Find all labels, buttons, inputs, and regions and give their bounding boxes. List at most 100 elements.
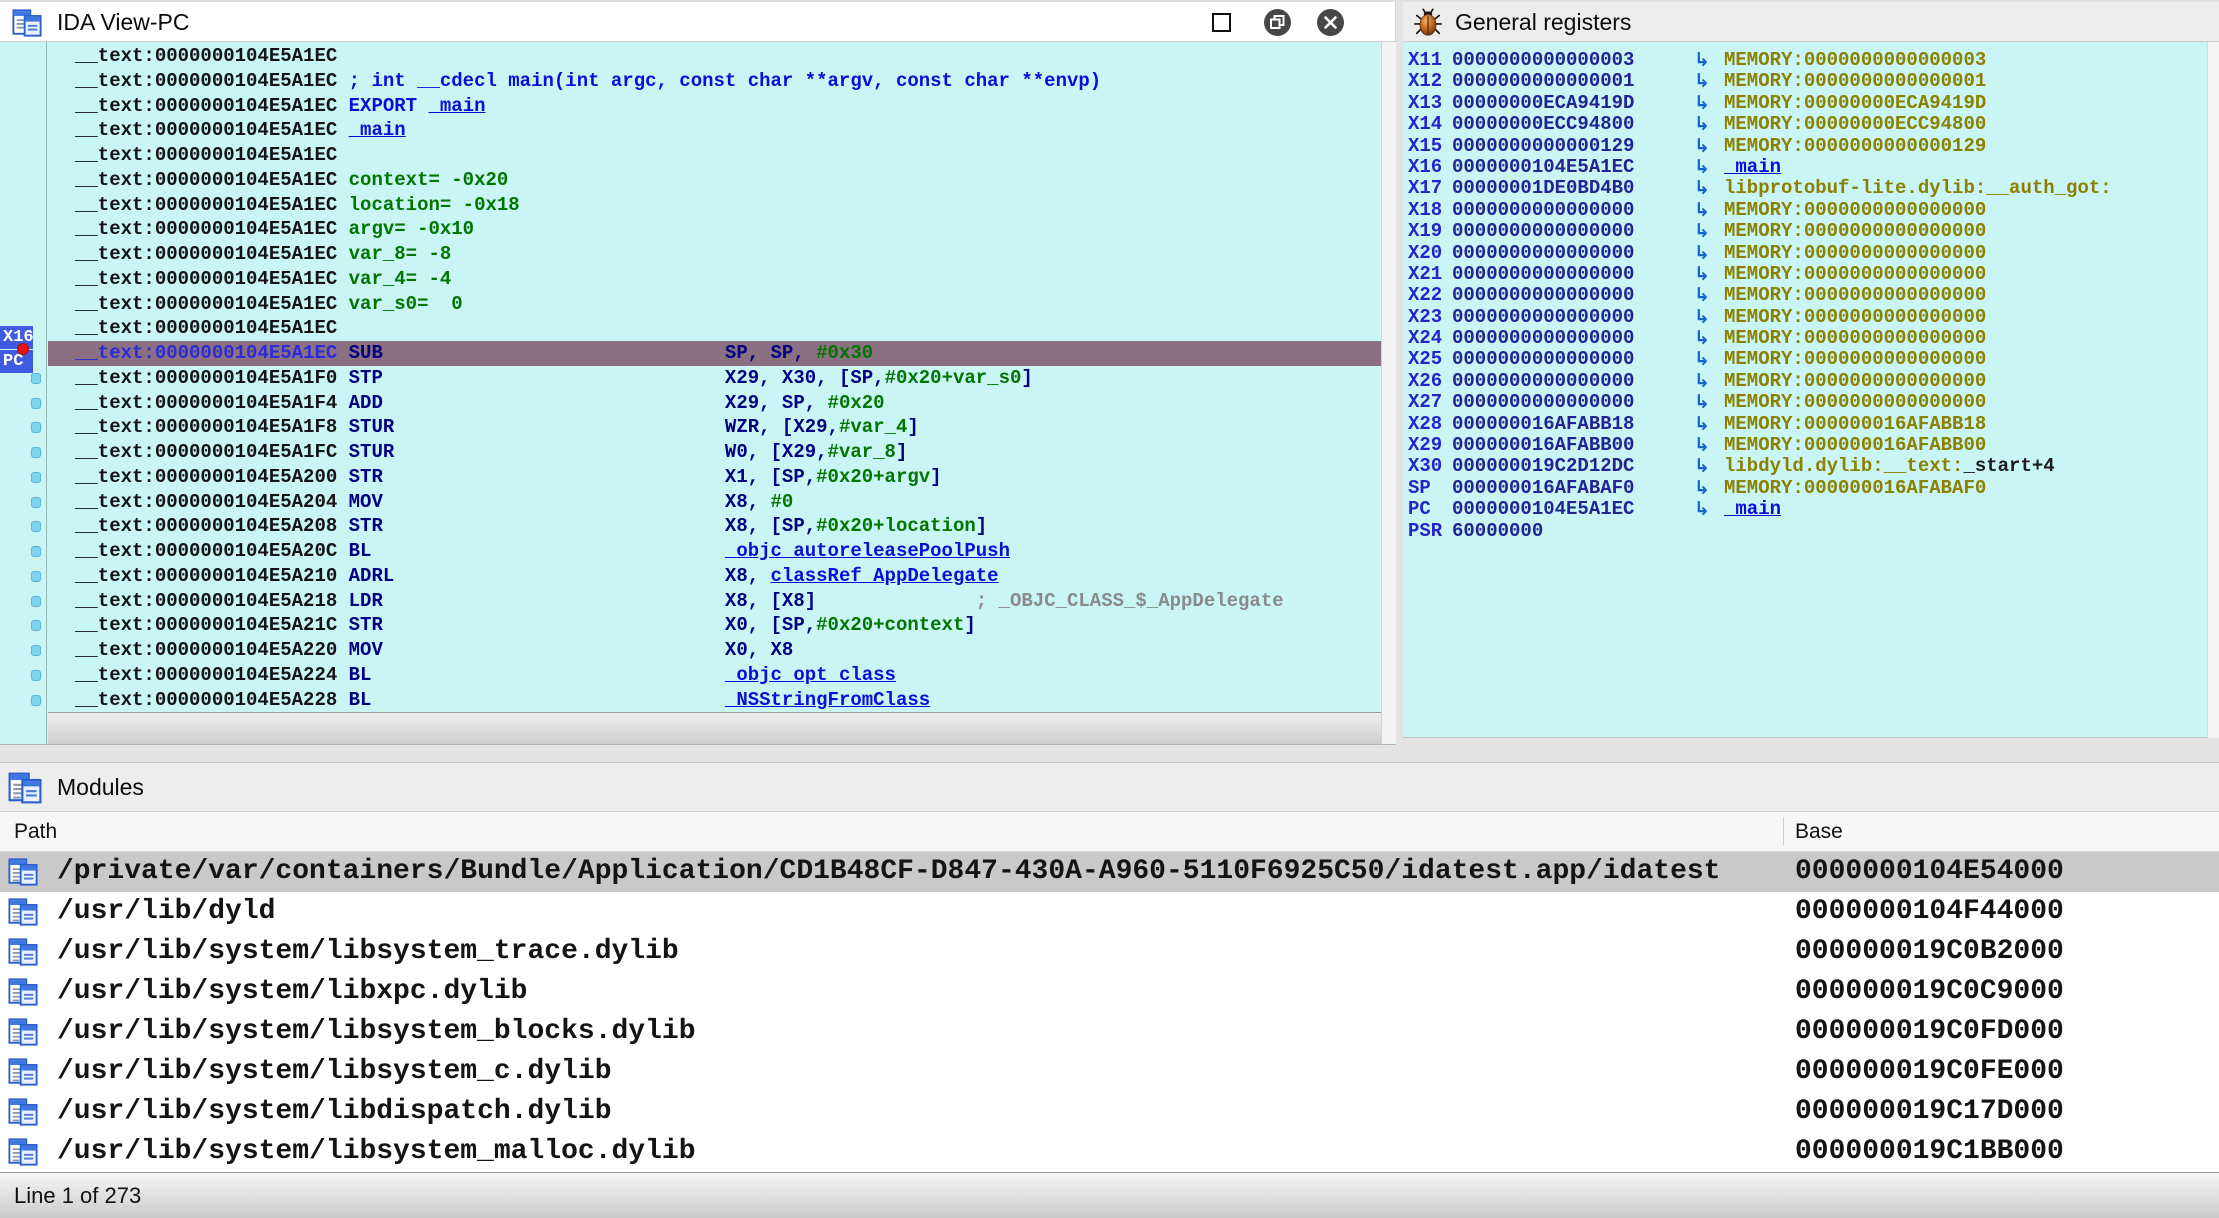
disasm-line[interactable]: __text:0000000104E5A1EC argv= -0x10 [48,217,1381,242]
register-target-link[interactable]: MEMORY:0000000000000000 [1724,328,2219,349]
register-target-link[interactable]: MEMORY:0000000000000000 [1724,285,2219,306]
register-value[interactable]: 0000000104E5A1EC [1452,157,1680,178]
disasm-line[interactable]: __text:0000000104E5A21C STR X0, [SP,#0x2… [48,613,1381,638]
register-target-link[interactable]: libprotobuf-lite.dylib:__auth_got: [1724,178,2219,199]
disasm-line[interactable]: __text:0000000104E5A1EC [48,143,1381,168]
register-target-link[interactable]: MEMORY:000000016AFABB18 [1724,414,2219,435]
register-value[interactable]: 0000000000000000 [1452,349,1680,370]
disasm-line[interactable]: __text:0000000104E5A1EC var_s0= 0 [48,292,1381,317]
close-button[interactable] [1317,9,1344,36]
register-value[interactable]: 0000000000000000 [1452,221,1680,242]
module-row[interactable]: /usr/lib/system/libsystem_blocks.dylib00… [0,1012,2219,1052]
code-segment: MOV [349,491,725,513]
register-value[interactable]: 00000000ECC94800 [1452,114,1680,135]
register-row: X160000000104E5A1EC↳_main [1403,157,2219,178]
module-row[interactable]: /usr/lib/system/libsystem_malloc.dylib00… [0,1132,2219,1172]
modules-titlebar[interactable]: Modules [0,762,2219,812]
column-header-base[interactable]: Base [1795,812,1843,852]
register-target-link[interactable]: MEMORY:00000000ECC94800 [1724,114,2219,135]
register-value[interactable]: 0000000000000000 [1452,200,1680,221]
register-row: X230000000000000000↳MEMORY:0000000000000… [1403,307,2219,328]
register-target-link[interactable]: libdyld.dylib:__text:_start+4 [1724,456,2219,477]
registers-titlebar[interactable]: General registers [1403,0,2219,42]
disasm-line[interactable]: __text:0000000104E5A224 BL _objc_opt_cla… [48,663,1381,688]
register-target-link[interactable]: MEMORY:0000000000000000 [1724,371,2219,392]
register-target-link[interactable]: MEMORY:0000000000000000 [1724,264,2219,285]
register-target-link[interactable]: MEMORY:0000000000000001 [1724,71,2219,92]
disasm-line[interactable]: __text:0000000104E5A1F0 STP X29, X30, [S… [48,366,1381,391]
register-target-link[interactable]: MEMORY:000000016AFABB00 [1724,435,2219,456]
disasm-line[interactable]: __text:0000000104E5A210 ADRL X8, classRe… [48,564,1381,589]
register-value[interactable]: 0000000104E5A1EC [1452,499,1680,520]
module-base-address: 000000019C0B2000 [1795,932,2064,972]
instruction-dot-marker [31,645,41,656]
module-row[interactable]: /usr/lib/system/libxpc.dylib000000019C0C… [0,972,2219,1012]
register-value[interactable]: 60000000 [1452,521,1680,542]
disasm-vertical-scrollbar[interactable] [1381,42,1396,745]
disasm-line[interactable]: __text:0000000104E5A1EC ; int __cdecl ma… [48,69,1381,94]
disasm-line[interactable]: __text:0000000104E5A1EC [48,316,1381,341]
column-divider[interactable] [1783,817,1784,846]
register-value[interactable]: 000000016AFABB18 [1452,414,1680,435]
register-target-link[interactable]: MEMORY:0000000000000129 [1724,136,2219,157]
register-target-link[interactable]: MEMORY:0000000000000000 [1724,307,2219,328]
module-row[interactable]: /private/var/containers/Bundle/Applicati… [0,852,2219,892]
register-value[interactable]: 0000000000000000 [1452,264,1680,285]
disasm-line[interactable]: __text:0000000104E5A204 MOV X8, #0 [48,490,1381,515]
registers-vertical-scrollbar[interactable] [2207,42,2219,738]
register-value[interactable]: 00000000ECA9419D [1452,93,1680,114]
module-row[interactable]: /usr/lib/dyld0000000104F44000 [0,892,2219,932]
pc-marker-dot[interactable] [17,343,29,355]
register-value[interactable]: 000000019C2D12DC [1452,456,1680,477]
module-row[interactable]: /usr/lib/system/libsystem_c.dylib0000000… [0,1052,2219,1092]
disasm-line[interactable]: __text:0000000104E5A1EC location= -0x18 [48,193,1381,218]
disasm-line[interactable]: __text:0000000104E5A1EC var_4= -4 [48,267,1381,292]
disasm-line[interactable]: __text:0000000104E5A1F8 STUR WZR, [X29,#… [48,415,1381,440]
column-header-path[interactable]: Path [14,812,57,852]
disasm-line[interactable]: __text:0000000104E5A1EC [48,44,1381,69]
ida-view-titlebar[interactable]: IDA View-PC [0,0,1396,42]
disasm-line[interactable]: __text:0000000104E5A208 STR X8, [SP,#0x2… [48,514,1381,539]
register-value[interactable]: 000000016AFABB00 [1452,435,1680,456]
disassembly-view: __text:0000000104E5A1EC__text:0000000104… [0,42,1381,745]
register-value[interactable]: 00000001DE0BD4B0 [1452,178,1680,199]
register-value[interactable]: 0000000000000129 [1452,136,1680,157]
register-value[interactable]: 0000000000000000 [1452,392,1680,413]
disasm-line[interactable]: __text:0000000104E5A218 LDR X8, [X8] ; _… [48,589,1381,614]
disasm-line[interactable]: __text:0000000104E5A220 MOV X0, X8 [48,638,1381,663]
module-row[interactable]: /usr/lib/system/libsystem_trace.dylib000… [0,932,2219,972]
disasm-line[interactable]: __text:0000000104E5A228 BL _NSStringFrom… [48,688,1381,713]
disasm-line[interactable]: __text:0000000104E5A200 STR X1, [SP,#0x2… [48,465,1381,490]
disasm-line[interactable]: __text:0000000104E5A1F4 ADD X29, SP, #0x… [48,391,1381,416]
disasm-line[interactable]: __text:0000000104E5A1EC _main [48,118,1381,143]
disasm-line[interactable]: __text:0000000104E5A1EC var_8= -8 [48,242,1381,267]
register-value[interactable]: 000000016AFABAF0 [1452,478,1680,499]
restore-down-button[interactable] [1264,9,1291,36]
register-value[interactable]: 0000000000000000 [1452,371,1680,392]
code-segment: STR [349,515,725,537]
register-value[interactable]: 0000000000000000 [1452,328,1680,349]
register-target-link[interactable]: MEMORY:000000016AFABAF0 [1724,478,2219,499]
register-target-link[interactable]: _main [1724,157,2219,178]
register-target-link[interactable]: MEMORY:0000000000000000 [1724,349,2219,370]
register-value[interactable]: 0000000000000003 [1452,50,1680,71]
register-target-link[interactable]: _main [1724,499,2219,520]
register-value[interactable]: 0000000000000000 [1452,285,1680,306]
maximize-button[interactable] [1212,13,1231,32]
register-target-link[interactable]: MEMORY:0000000000000000 [1724,200,2219,221]
register-target-link[interactable]: MEMORY:0000000000000003 [1724,50,2219,71]
disasm-line[interactable]: __text:0000000104E5A1EC EXPORT _main [48,94,1381,119]
register-value[interactable]: 0000000000000000 [1452,307,1680,328]
disasm-line[interactable]: __text:0000000104E5A20C BL _objc_autorel… [48,539,1381,564]
disasm-line[interactable]: __text:0000000104E5A1EC SUB SP, SP, #0x3… [48,341,1381,366]
register-value[interactable]: 0000000000000001 [1452,71,1680,92]
register-target-link[interactable]: MEMORY:0000000000000000 [1724,392,2219,413]
module-row[interactable]: /usr/lib/system/libdispatch.dylib0000000… [0,1092,2219,1132]
disasm-line[interactable]: __text:0000000104E5A1FC STUR W0, [X29,#v… [48,440,1381,465]
disasm-gutter[interactable]: X16 PC [0,42,47,745]
register-target-link[interactable]: MEMORY:0000000000000000 [1724,221,2219,242]
register-value[interactable]: 0000000000000000 [1452,243,1680,264]
register-target-link[interactable]: MEMORY:0000000000000000 [1724,243,2219,264]
register-target-link[interactable]: MEMORY:00000000ECA9419D [1724,93,2219,114]
disasm-line[interactable]: __text:0000000104E5A1EC context= -0x20 [48,168,1381,193]
